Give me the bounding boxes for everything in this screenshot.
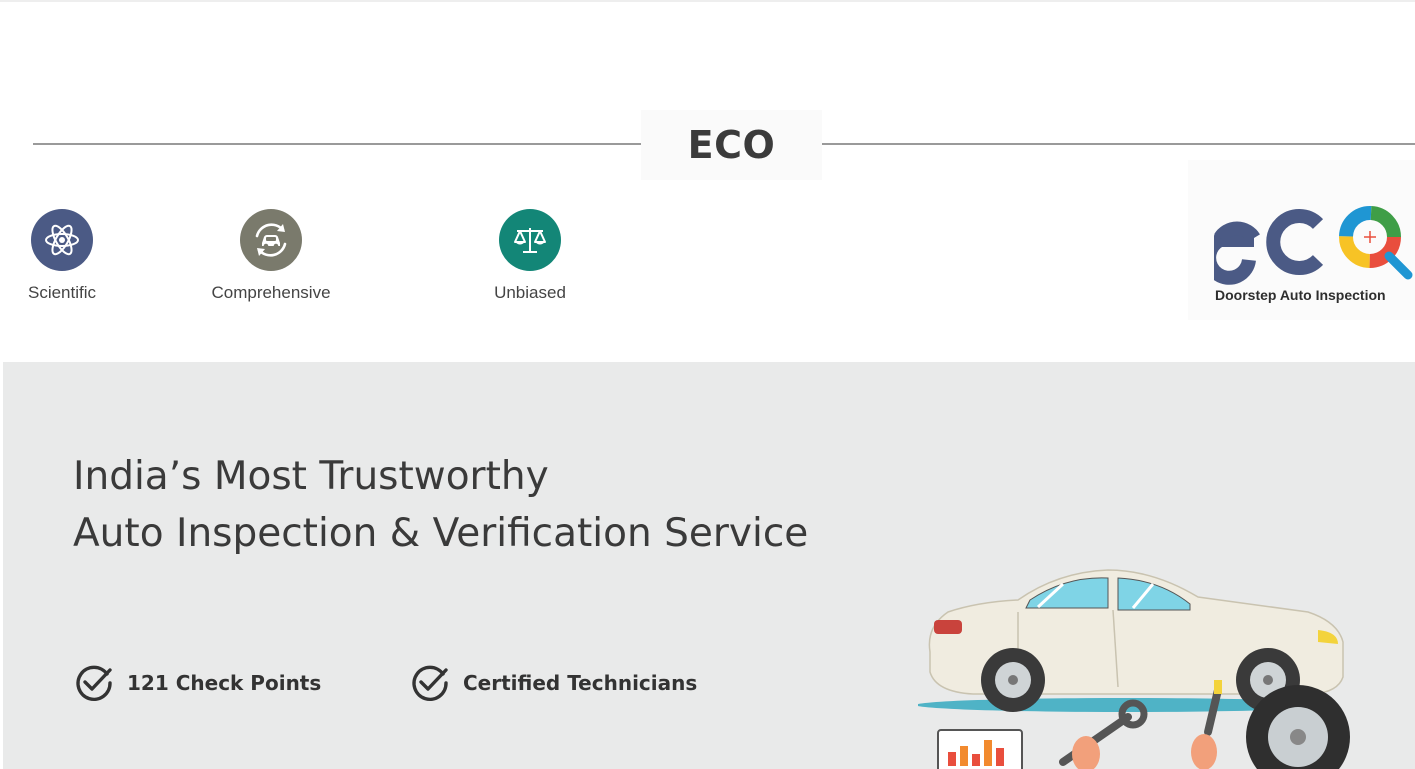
top-border: [0, 0, 1415, 2]
check-circle-icon: [76, 665, 112, 702]
balance-scale-icon: [499, 209, 561, 271]
feature-label-comprehensive: Comprehensive: [211, 283, 331, 302]
atom-icon: [31, 209, 93, 271]
hero-title: India’s Most Trustworthy Auto Inspection…: [73, 448, 808, 562]
feature-certified-technicians: Certified Technicians: [409, 662, 697, 704]
hero-title-line-1: India’s Most Trustworthy: [73, 454, 549, 499]
check-circle-icon: [412, 665, 448, 702]
feature-comprehensive: Comprehensive: [205, 209, 337, 303]
feature-scientific: Scientific: [23, 209, 101, 303]
section-heading: ECO: [641, 110, 822, 180]
car-inspection-illustration: [918, 569, 1350, 769]
section-heading-text: ECO: [687, 123, 776, 167]
eco-logo: Doorstep Auto Inspection: [1188, 160, 1415, 320]
check-label-points: 121 Check Points: [127, 671, 322, 695]
feature-label-unbiased: Unbiased: [494, 283, 566, 302]
feature-check-points: 121 Check Points: [73, 662, 321, 704]
hero-banner: India’s Most Trustworthy Auto Inspection…: [3, 362, 1415, 769]
eco-tagline: Doorstep Auto Inspection: [1215, 287, 1386, 303]
check-label-technicians: Certified Technicians: [463, 671, 698, 695]
car-cycle-icon: [240, 209, 302, 271]
heading-rule-right: [822, 143, 1415, 145]
hero-title-line-2: Auto Inspection & Verification Service: [73, 511, 809, 556]
feature-unbiased: Unbiased: [490, 209, 570, 303]
eco-logo-mark: [1214, 206, 1413, 285]
feature-label-scientific: Scientific: [27, 283, 97, 302]
heading-rule-left: [33, 143, 641, 145]
